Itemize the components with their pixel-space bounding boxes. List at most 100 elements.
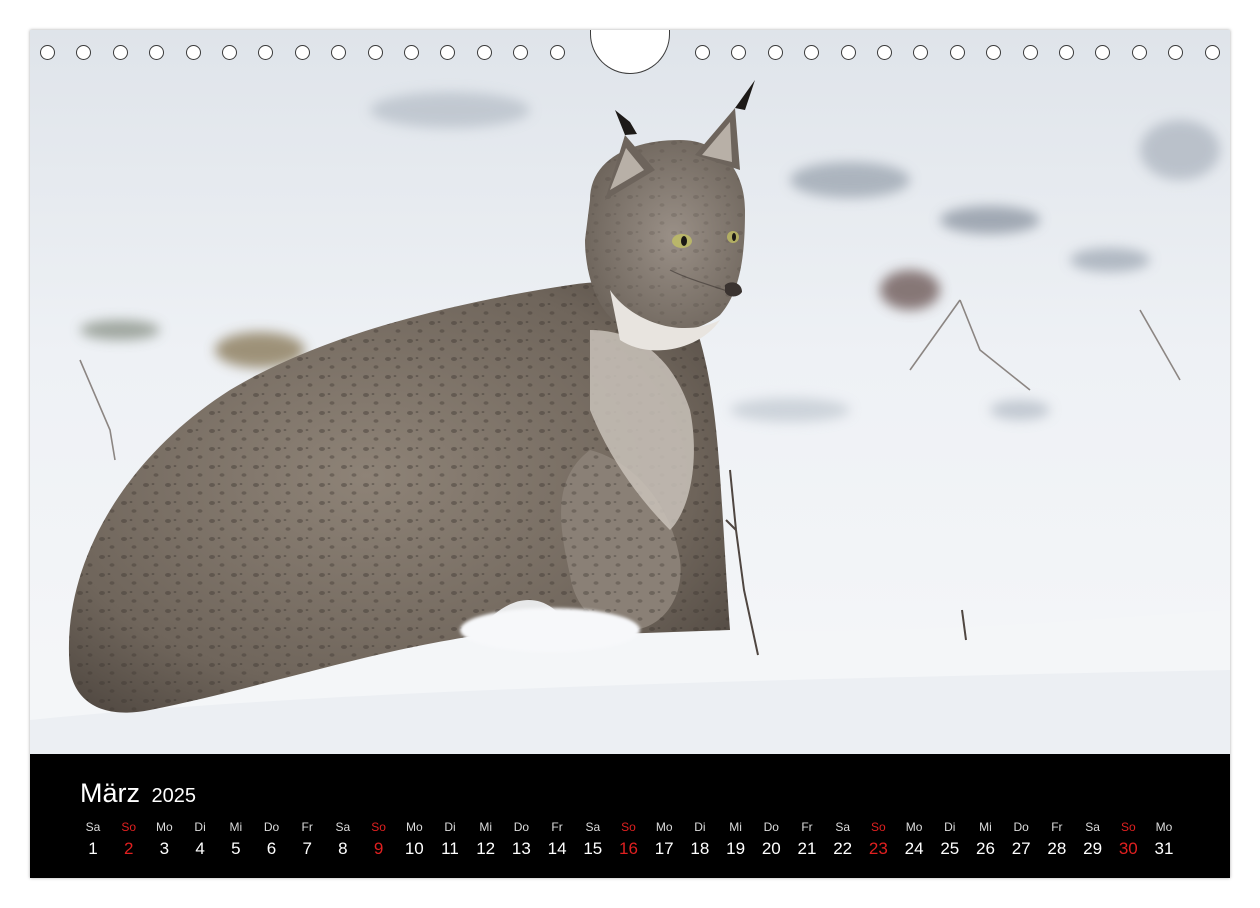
weekday-label: Mo bbox=[405, 820, 423, 834]
weekday-label: Mo bbox=[905, 820, 923, 834]
day-number: 14 bbox=[547, 839, 567, 858]
day-number: 17 bbox=[654, 839, 674, 858]
weekday-label: So bbox=[1120, 820, 1136, 834]
weekday-label: Fr bbox=[801, 820, 813, 834]
day-cell: Fr 28 bbox=[1039, 820, 1075, 860]
day-number: 15 bbox=[583, 839, 603, 858]
day-cell: Fr 7 bbox=[289, 820, 325, 860]
weekday-label: Do bbox=[513, 820, 530, 834]
day-number: 22 bbox=[833, 839, 853, 858]
day-number: 28 bbox=[1047, 839, 1067, 858]
day-cell: Di 18 bbox=[682, 820, 718, 860]
day-cell: So 16 bbox=[611, 820, 647, 860]
day-number: 8 bbox=[338, 839, 348, 858]
day-number: 18 bbox=[690, 839, 710, 858]
day-cell: Do 20 bbox=[753, 820, 789, 860]
weekday-label: Mi bbox=[479, 820, 493, 834]
day-cell: Sa 8 bbox=[325, 820, 361, 860]
weekday-label: Do bbox=[1013, 820, 1029, 834]
weekday-label: Do bbox=[763, 820, 779, 834]
day-number: 26 bbox=[976, 839, 995, 858]
day-cell: Mi 5 bbox=[218, 820, 254, 860]
weekday-label: Do bbox=[263, 820, 280, 834]
weekday-label: Fr bbox=[1051, 820, 1063, 834]
day-number: 11 bbox=[441, 839, 459, 858]
day-number: 10 bbox=[404, 839, 424, 858]
day-number: 29 bbox=[1083, 839, 1103, 858]
weekday-label: So bbox=[621, 820, 636, 834]
day-number: 3 bbox=[159, 839, 170, 858]
day-number: 6 bbox=[266, 839, 277, 858]
day-number: 16 bbox=[619, 839, 638, 858]
lynx-photo bbox=[30, 30, 1230, 754]
weekday-label: Di bbox=[944, 820, 956, 834]
weekday-label: Sa bbox=[835, 820, 851, 834]
calendar-bar: März 2025 Sa 1 So 2 Mo 3 Di 4 Mi 5 Do 6 Fr 7 Sa 8 So 9 Mo 1… bbox=[30, 754, 1230, 878]
day-number: 30 bbox=[1118, 839, 1138, 858]
day-number: 23 bbox=[868, 839, 888, 858]
day-number: 24 bbox=[904, 839, 924, 858]
day-cell: Do 27 bbox=[1003, 820, 1039, 860]
weekday-label: Mi bbox=[979, 820, 992, 834]
day-cell: Di 4 bbox=[182, 820, 218, 860]
weekday-label: So bbox=[871, 820, 886, 834]
day-cell: Mo 17 bbox=[646, 820, 682, 860]
day-number: 9 bbox=[373, 839, 384, 858]
month-name: März bbox=[80, 778, 140, 808]
day-number: 25 bbox=[940, 839, 960, 858]
day-number: 5 bbox=[231, 839, 241, 858]
day-number: 13 bbox=[511, 839, 531, 858]
day-cell: Sa 1 bbox=[75, 820, 111, 860]
day-number: 20 bbox=[761, 839, 781, 858]
day-cell: Mo 3 bbox=[146, 820, 182, 860]
weekday-label: So bbox=[121, 820, 137, 834]
weekday-label: Mi bbox=[229, 820, 243, 834]
day-cell: Fr 21 bbox=[789, 820, 825, 860]
weekday-label: Di bbox=[444, 820, 456, 834]
year: 2025 bbox=[151, 785, 197, 807]
day-number: 21 bbox=[797, 839, 817, 858]
day-cell: Fr 14 bbox=[539, 820, 575, 860]
weekday-label: Sa bbox=[585, 820, 601, 834]
day-cell: Do 13 bbox=[503, 820, 539, 860]
weekday-label: Mi bbox=[729, 820, 742, 834]
day-number: 4 bbox=[195, 839, 205, 858]
lynx-illustration bbox=[30, 30, 1230, 754]
day-cell: Sa 15 bbox=[575, 820, 611, 860]
day-cell: Sa 29 bbox=[1075, 820, 1111, 860]
calendar-page: März 2025 Sa 1 So 2 Mo 3 Di 4 Mi 5 Do 6 Fr 7 Sa 8 So 9 Mo 1… bbox=[30, 30, 1230, 878]
day-cell: Do 6 bbox=[254, 820, 290, 860]
day-number: 2 bbox=[123, 839, 134, 858]
day-cell: So 2 bbox=[111, 820, 147, 860]
day-cell: Di 25 bbox=[932, 820, 968, 860]
day-number: 7 bbox=[302, 839, 312, 858]
day-number: 1 bbox=[88, 839, 98, 858]
weekday-label: Fr bbox=[551, 820, 563, 834]
weekday-label: Di bbox=[694, 820, 706, 834]
weekday-label: Mo bbox=[156, 820, 173, 834]
day-cell: Di 11 bbox=[432, 820, 468, 860]
day-cell: So 30 bbox=[1110, 820, 1146, 860]
day-cell: Mi 26 bbox=[968, 820, 1004, 860]
weekday-label: Mo bbox=[655, 820, 673, 834]
weekday-label: Mo bbox=[1155, 820, 1173, 834]
weekday-label: Sa bbox=[335, 820, 351, 834]
month-title: März 2025 bbox=[80, 778, 196, 809]
weekday-label: So bbox=[371, 820, 386, 834]
weekday-label: Sa bbox=[85, 820, 101, 834]
day-cell: Mo 10 bbox=[396, 820, 432, 860]
day-cell: Mo 31 bbox=[1146, 820, 1182, 860]
day-cell: So 23 bbox=[860, 820, 896, 860]
day-cell: Mo 24 bbox=[896, 820, 932, 860]
day-cell: Mi 12 bbox=[468, 820, 504, 860]
day-number: 19 bbox=[726, 839, 746, 858]
day-cell: So 9 bbox=[361, 820, 397, 860]
weekday-label: Di bbox=[194, 820, 206, 834]
weekday-label: Fr bbox=[301, 820, 313, 834]
day-number: 27 bbox=[1011, 839, 1031, 858]
weekday-label: Sa bbox=[1085, 820, 1100, 834]
day-cell: Sa 22 bbox=[825, 820, 861, 860]
day-cell: Mi 19 bbox=[718, 820, 754, 860]
day-number: 31 bbox=[1154, 839, 1174, 858]
day-number: 12 bbox=[476, 839, 496, 858]
